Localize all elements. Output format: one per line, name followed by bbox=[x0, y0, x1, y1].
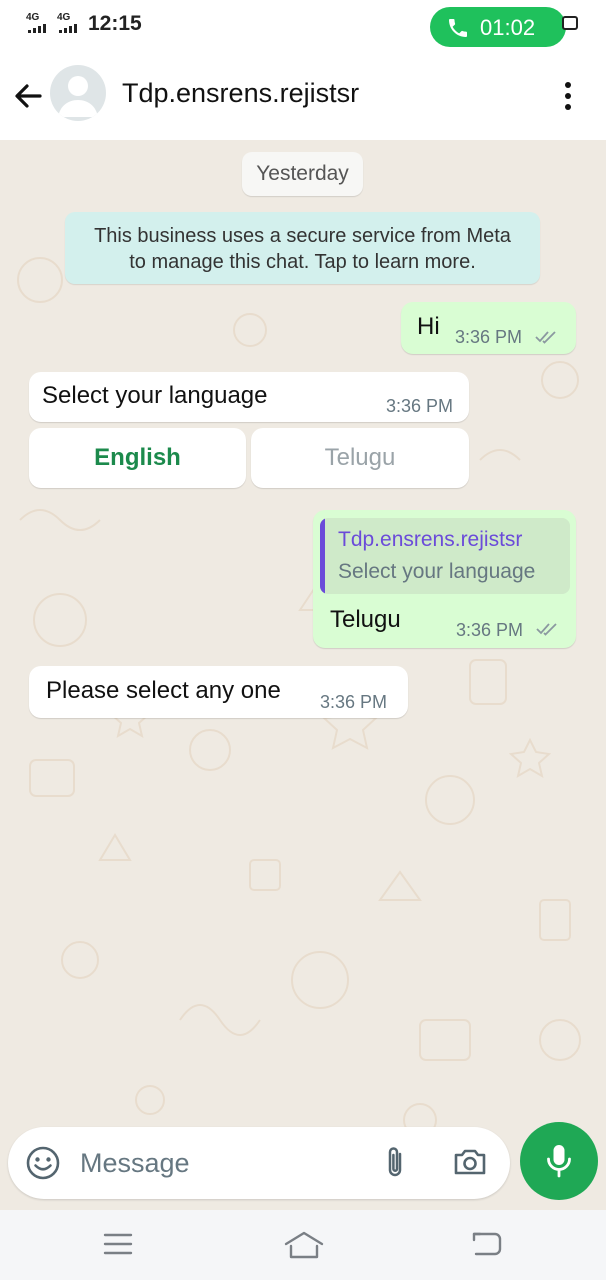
status-bar: 4G 4G 12:15 01:02 bbox=[0, 0, 606, 54]
emoji-button[interactable] bbox=[25, 1145, 61, 1186]
camera-button[interactable] bbox=[452, 1145, 488, 1184]
double-tick-icon bbox=[535, 331, 556, 344]
notice-line-1: This business uses a secure service from… bbox=[94, 225, 511, 247]
status-clock: 12:15 bbox=[88, 12, 142, 35]
message-time: 3:36 PM bbox=[320, 692, 388, 712]
message-text: Hi bbox=[417, 313, 440, 340]
message-bubble-outgoing[interactable]: Hi 3:36 PM bbox=[401, 302, 576, 354]
message-time: 3:36 PM bbox=[386, 396, 454, 416]
message-text: Telugu bbox=[330, 606, 401, 633]
recent-apps-button[interactable] bbox=[102, 1230, 134, 1263]
back-icon bbox=[472, 1232, 502, 1256]
notice-line-2: to manage this chat. Tap to learn more. bbox=[129, 251, 476, 273]
message-bubble-outgoing-reply[interactable]: Tdp.ensrens.rejistsr Select your languag… bbox=[313, 510, 576, 648]
ongoing-call-pill[interactable]: 01:02 bbox=[430, 7, 566, 47]
home-icon bbox=[284, 1231, 324, 1259]
message-text: Please select any one bbox=[46, 677, 281, 704]
quoted-sender-name: Tdp.ensrens.rejistsr bbox=[338, 528, 523, 551]
quoted-text: Select your language bbox=[338, 560, 536, 583]
system-navigation-bar bbox=[0, 1210, 606, 1280]
emoji-icon bbox=[26, 1146, 60, 1180]
encryption-notice[interactable]: This business uses a secure service from… bbox=[65, 212, 540, 284]
microphone-icon bbox=[547, 1145, 571, 1178]
quote-accent-bar bbox=[320, 518, 325, 594]
message-time: 3:36 PM bbox=[456, 620, 524, 640]
voice-message-button[interactable] bbox=[520, 1122, 598, 1200]
signal-bars-icon bbox=[59, 24, 79, 33]
camera-icon bbox=[454, 1149, 486, 1175]
back-arrow-icon bbox=[15, 84, 42, 108]
network-type-label: 4G bbox=[57, 12, 71, 23]
message-text: Select your language bbox=[42, 382, 268, 409]
attach-button[interactable] bbox=[380, 1145, 410, 1186]
more-options-button[interactable] bbox=[556, 76, 580, 116]
paperclip-icon bbox=[388, 1147, 402, 1177]
reply-button-english[interactable]: English bbox=[29, 428, 246, 488]
network-type-label: 4G bbox=[26, 12, 40, 23]
battery-icon bbox=[562, 16, 578, 30]
message-bubble-incoming[interactable]: Please select any one 3:36 PM bbox=[29, 666, 408, 718]
contact-avatar[interactable] bbox=[50, 65, 106, 121]
message-time: 3:36 PM bbox=[455, 327, 523, 347]
chat-header: Tdp.ensrens.rejistsr bbox=[0, 54, 606, 140]
phone-icon bbox=[449, 19, 467, 37]
call-timer: 01:02 bbox=[480, 15, 536, 40]
menu-icon bbox=[103, 1233, 133, 1255]
home-button[interactable] bbox=[283, 1230, 325, 1265]
signal-bars-icon bbox=[28, 24, 48, 33]
message-input[interactable] bbox=[80, 1143, 360, 1183]
reply-button-telugu[interactable]: Telugu bbox=[251, 428, 469, 488]
double-tick-icon bbox=[536, 623, 557, 636]
quoted-message[interactable]: Tdp.ensrens.rejistsr Select your languag… bbox=[320, 518, 570, 594]
date-separator: Yesterday bbox=[242, 152, 363, 196]
system-back-button[interactable] bbox=[470, 1230, 504, 1263]
contact-name[interactable]: Tdp.ensrens.rejistsr bbox=[122, 78, 359, 109]
back-button[interactable] bbox=[10, 78, 46, 114]
message-bubble-incoming[interactable]: Select your language 3:36 PM bbox=[29, 372, 469, 422]
chat-area[interactable]: Yesterday This business uses a secure se… bbox=[0, 140, 606, 1140]
message-composer bbox=[8, 1127, 510, 1199]
default-avatar-icon bbox=[58, 76, 98, 117]
